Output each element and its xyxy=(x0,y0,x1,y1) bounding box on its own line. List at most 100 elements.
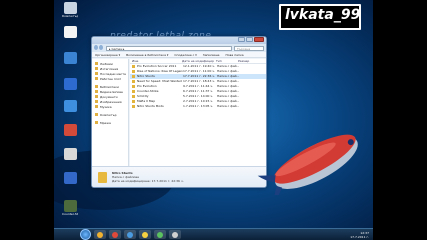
nav-item-label: Документи xyxy=(100,94,118,99)
address-bar[interactable]: ▸ Games ▸ xyxy=(106,45,232,51)
channel-logo-text: lvkata_99 xyxy=(285,7,361,23)
nav-item[interactable]: Работен плот xyxy=(92,76,128,81)
desktop-icon[interactable]: Counter-Strike xyxy=(62,200,78,216)
folder-icon xyxy=(95,72,98,75)
row-name: Nitro Stunts Mods xyxy=(137,104,164,108)
maximize-button[interactable] xyxy=(246,37,253,42)
start-button[interactable] xyxy=(80,229,91,240)
nav-item-label: Изображения xyxy=(100,99,122,104)
row-type: Папка с фай... xyxy=(217,104,239,108)
minimize-button[interactable] xyxy=(238,37,245,42)
command-item[interactable]: Организиране ▾ xyxy=(95,53,120,57)
nav-item[interactable]: Компютър xyxy=(92,112,128,117)
folder-icon xyxy=(132,90,135,93)
desktop-icon[interactable] xyxy=(62,172,78,185)
forward-icon[interactable] xyxy=(99,45,103,50)
folder-icon xyxy=(132,95,135,98)
nav-item-label: Мрежа xyxy=(100,120,111,125)
column-header[interactable]: Размер xyxy=(236,59,256,63)
file-list: ИмеДата на модифициранеТипРазмер Pro Evo… xyxy=(130,59,266,168)
folder-icon xyxy=(95,113,98,116)
folder-icon xyxy=(132,65,135,68)
clock[interactable]: 12:37 17.7.2011 г. xyxy=(350,231,369,239)
desktop-icon[interactable]: Компютър xyxy=(62,2,78,18)
folder-icon xyxy=(132,100,135,103)
command-item[interactable]: Нова папка xyxy=(226,53,244,57)
title-bar[interactable] xyxy=(92,37,266,44)
rows: Pro Evolution Soccer 2011 12.1.2011 г. 19… xyxy=(130,64,266,109)
taskbar-app[interactable] xyxy=(169,230,181,239)
folder-icon xyxy=(95,105,98,108)
desktop-icon[interactable] xyxy=(62,78,78,91)
folder-icon xyxy=(132,85,135,88)
nav-item-label: Последни места xyxy=(100,71,126,76)
taskbar-app[interactable] xyxy=(124,230,136,239)
taskbar-app[interactable] xyxy=(139,230,151,239)
desktop-icon-glyph xyxy=(63,2,77,14)
desktop-icon[interactable] xyxy=(62,100,78,113)
command-item[interactable]: Споделяне с ▾ xyxy=(174,53,196,57)
column-header[interactable]: Тип xyxy=(214,59,236,63)
folder-icon xyxy=(132,105,135,108)
taskbar-app[interactable] xyxy=(154,230,166,239)
close-button[interactable] xyxy=(254,37,264,42)
desktop-icon-glyph xyxy=(63,52,77,64)
folder-icon xyxy=(95,90,98,93)
search-input[interactable]: Търсене xyxy=(234,45,264,51)
channel-logo: lvkata_99 xyxy=(279,4,361,30)
taskbar-app[interactable] xyxy=(94,230,106,239)
folder-icon xyxy=(132,70,135,73)
explorer-window[interactable]: ▸ Games ▸ Търсене Организиране ▾ Включван… xyxy=(91,36,267,188)
details-pane: Nitro Stunts Папка с файлове Дата на мод… xyxy=(92,166,266,187)
folder-icon xyxy=(95,121,98,124)
command-item[interactable]: Включване в библиотека ▾ xyxy=(126,53,168,57)
folder-icon xyxy=(98,171,107,183)
command-bar: Организиране ▾ Включване в библиотека ▾ Сп… xyxy=(92,52,266,58)
desktop-icon-label: Counter-Strike xyxy=(62,213,78,216)
nav-item-label: Библиотеки xyxy=(100,84,119,89)
command-item[interactable]: Записване xyxy=(203,53,220,57)
taskbar: 12:37 17.7.2011 г. xyxy=(54,228,373,240)
desktop-icon-glyph xyxy=(63,200,77,212)
desktop-icon-glyph xyxy=(63,148,77,160)
desktop-icon[interactable] xyxy=(62,26,78,39)
nav-item-label: Изтегляния xyxy=(100,66,119,71)
row-date: 1.7.2011 г. 13:05 ч. xyxy=(183,104,214,108)
folder-icon xyxy=(95,95,98,98)
folder-icon xyxy=(95,100,98,103)
desktop-icon[interactable] xyxy=(62,124,78,137)
back-icon[interactable] xyxy=(94,45,98,50)
zeppelin-illustration xyxy=(257,134,358,195)
navigation-pane: Любими Изтегляния Последни места Работен пл… xyxy=(92,59,129,168)
nav-item[interactable]: Музика xyxy=(92,104,128,109)
app-icon xyxy=(112,231,118,238)
folder-icon xyxy=(95,77,98,80)
folder-icon xyxy=(95,62,98,65)
system-tray: 12:37 17.7.2011 г. xyxy=(350,231,373,239)
nav-item-label: Видеоклипове xyxy=(100,89,123,94)
nav-item-label: Компютър xyxy=(100,112,117,117)
taskbar-app[interactable] xyxy=(109,230,121,239)
nav-item-label: Работен плот xyxy=(100,76,122,81)
folder-icon xyxy=(95,67,98,70)
desktop-icon-glyph xyxy=(63,26,77,38)
taskbar-apps xyxy=(91,230,181,239)
desktop-icon-label: Компютър xyxy=(62,15,78,18)
app-icon xyxy=(97,231,103,238)
desktop-icon-glyph xyxy=(63,124,77,136)
desktop-icon[interactable] xyxy=(62,148,78,161)
desktop-icon-glyph xyxy=(63,78,77,90)
nav-item-label: Музика xyxy=(100,104,112,109)
nav-buttons xyxy=(94,45,104,51)
nav-item[interactable]: Мрежа xyxy=(92,120,128,125)
app-icon xyxy=(142,231,148,238)
column-header[interactable]: Дата на модифициране xyxy=(180,59,214,63)
table-row[interactable]: Nitro Stunts Mods 1.7.2011 г. 13:05 ч. Пап… xyxy=(130,104,266,109)
app-icon xyxy=(172,231,178,238)
app-icon xyxy=(127,231,133,238)
desktop-icon[interactable] xyxy=(62,52,78,65)
nav-item-label: Любими xyxy=(100,61,113,66)
column-header[interactable]: Име xyxy=(130,59,180,63)
folder-icon xyxy=(132,80,135,83)
video-frame: predator lethal zone lvkata_99 КомпютърC… xyxy=(0,0,427,240)
